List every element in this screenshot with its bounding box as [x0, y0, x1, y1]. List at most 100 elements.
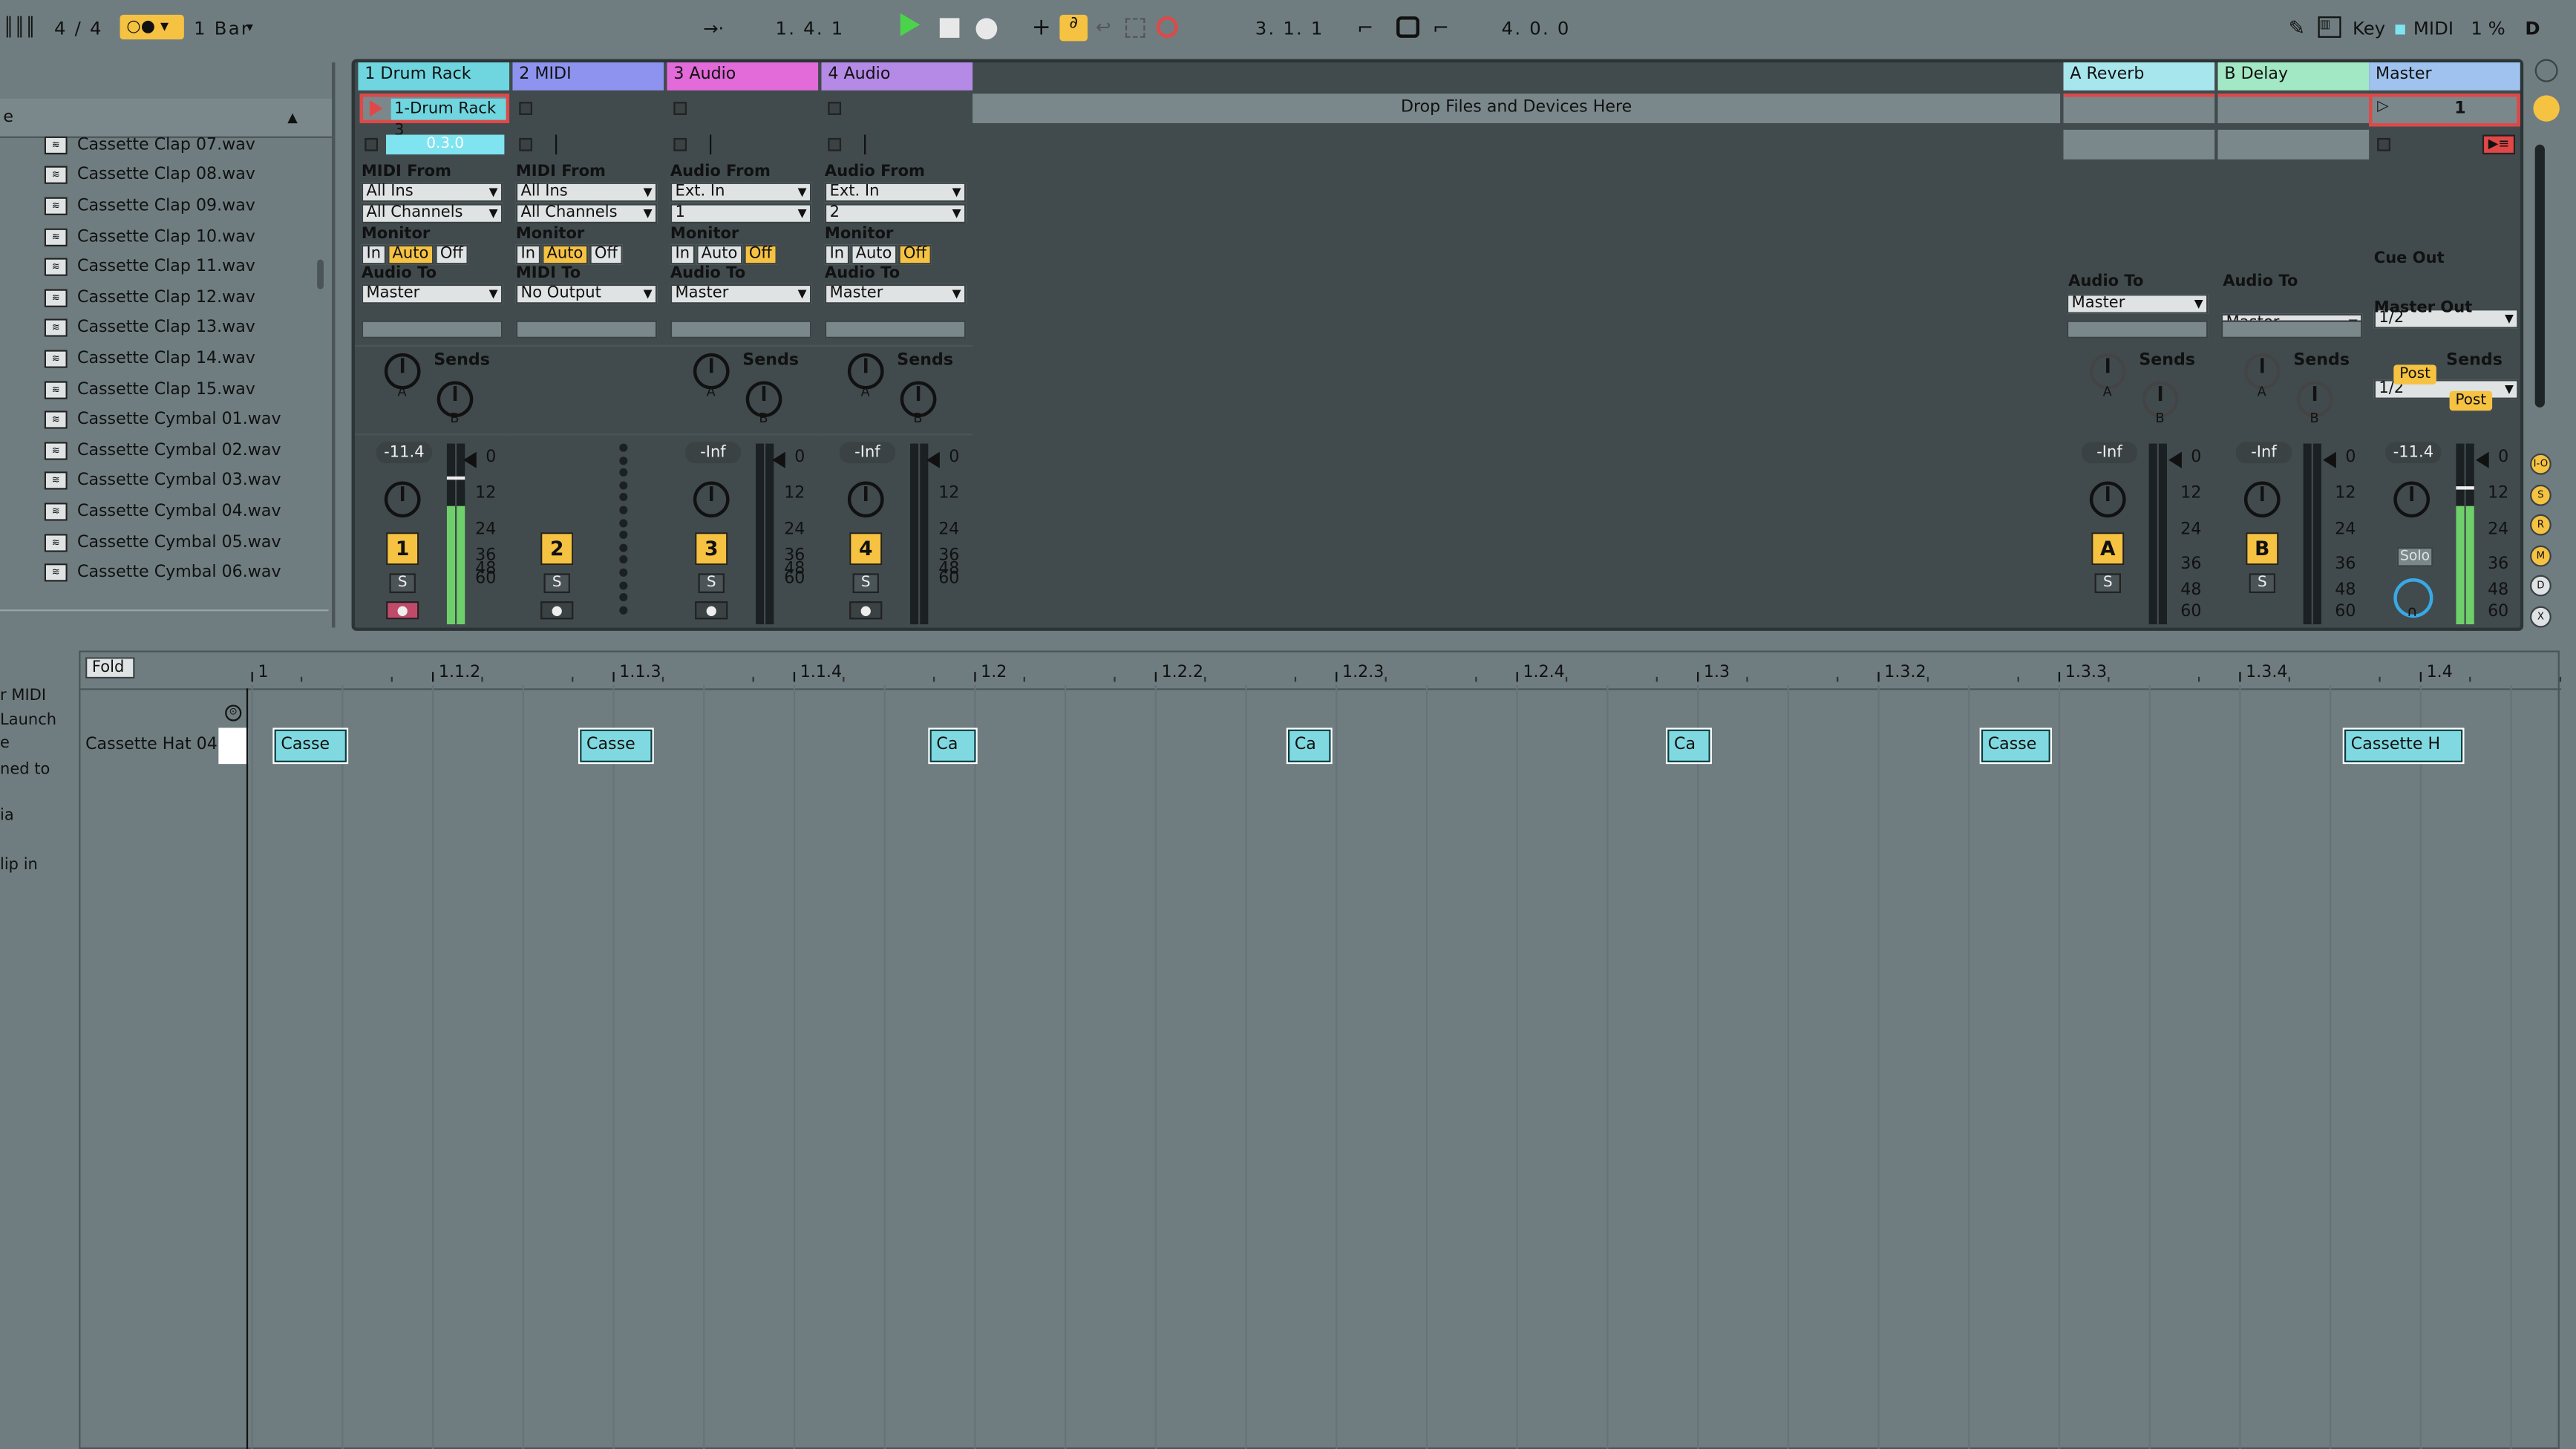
mixer-section-toggle[interactable]: R: [2530, 514, 2552, 536]
stop-clips-icon[interactable]: [828, 137, 842, 151]
scene-launch[interactable]: ▷ 1: [2369, 94, 2520, 127]
loop-icon[interactable]: [1396, 16, 1420, 38]
track-activator-button[interactable]: 2: [540, 532, 574, 566]
chevron-down-icon[interactable]: ▾: [246, 20, 253, 35]
track-header[interactable]: 3 Audio: [667, 62, 819, 91]
volume-fader-cap[interactable]: [446, 476, 465, 480]
timeline-ruler[interactable]: 1 1.1.2 1.1.3 1.1.4 1.2 1.2.2 1.2.3 1.2.4 1.3 1.3…: [80, 652, 2562, 689]
track-header[interactable]: 2 MIDI: [512, 62, 664, 91]
post-a-button[interactable]: Post: [2393, 364, 2436, 385]
browser-item[interactable]: ≋ Cassette Clap 14.wav: [0, 344, 318, 374]
tempo-grid-icon[interactable]: ║║║: [3, 16, 42, 39]
input-source-select[interactable]: All Ins: [361, 182, 503, 203]
key-map-button[interactable]: Key: [2353, 18, 2385, 39]
track-activator-button[interactable]: 4: [849, 532, 883, 566]
browser-item[interactable]: ≋ Cassette Clap 13.wav: [0, 313, 318, 344]
loop-length[interactable]: 4. 0. 0: [1501, 18, 1571, 40]
clip-slot[interactable]: [2063, 94, 2215, 123]
track-activator-button[interactable]: 1: [386, 532, 419, 566]
output-channel-field[interactable]: [2220, 320, 2363, 338]
volume-display[interactable]: -Inf: [684, 442, 742, 464]
volume-display[interactable]: -Inf: [2081, 442, 2138, 464]
arrangement-clip[interactable]: Casse: [1979, 727, 2053, 765]
stop-slot[interactable]: [2063, 129, 2215, 160]
output-channel-field[interactable]: [824, 320, 967, 338]
monitor-option[interactable]: Auto: [387, 244, 434, 265]
monitor-option[interactable]: In: [361, 244, 386, 265]
volume-display[interactable]: -11.4: [376, 442, 433, 464]
arrangement-clip[interactable]: Ca: [1665, 727, 1712, 765]
quantize-select[interactable]: 1 Bar: [194, 18, 251, 40]
pan-knob[interactable]: [693, 481, 730, 518]
follow-icon[interactable]: →·: [703, 18, 724, 39]
output-select[interactable]: Master: [824, 284, 967, 304]
arrangement-clip[interactable]: Cassette H: [2342, 727, 2465, 765]
browser-item[interactable]: ≋ Cassette Cymbal 03.wav: [0, 466, 318, 497]
session-record-icon[interactable]: [1156, 16, 1178, 38]
track-header[interactable]: 4 Audio: [821, 62, 973, 91]
stop-all-icon[interactable]: ▶≡: [2482, 134, 2516, 155]
automation-arm-icon[interactable]: ∂: [1059, 14, 1088, 42]
browser-item[interactable]: ≋ Cassette Clap 15.wav: [0, 374, 318, 405]
return-track-header[interactable]: A Reverb: [2063, 62, 2215, 91]
mixer-section-toggle[interactable]: I-O: [2530, 453, 2552, 475]
stop-clips-icon[interactable]: [365, 137, 378, 151]
play-clip-icon[interactable]: [369, 100, 383, 117]
monitor-toggle[interactable]: In Auto Off: [670, 244, 817, 265]
master-fader-cap[interactable]: [2456, 486, 2474, 490]
browser-item[interactable]: ≋ Cassette Cymbal 01.wav: [0, 405, 318, 435]
arm-button[interactable]: [386, 601, 419, 620]
arrangement-position[interactable]: 1. 4. 1: [775, 18, 845, 40]
track-activator-button[interactable]: 3: [695, 532, 728, 566]
browser-item[interactable]: ≋ Cassette Clap 09.wav: [0, 191, 318, 221]
return-activator-button[interactable]: B: [2246, 532, 2279, 566]
session-view-icon[interactable]: [2533, 95, 2560, 122]
stop-clips-icon[interactable]: [519, 137, 533, 151]
output-channel-field[interactable]: [2066, 320, 2209, 338]
arm-button[interactable]: [540, 601, 574, 620]
monitor-option[interactable]: Off: [744, 244, 777, 265]
capture-icon[interactable]: [1125, 18, 1145, 38]
browser-item[interactable]: ≋ Cassette Clap 12.wav: [0, 283, 318, 313]
browser-item[interactable]: ≋ Cassette Cymbal 06.wav: [0, 557, 318, 588]
time-signature[interactable]: 4 / 4: [54, 18, 103, 40]
stop-all-clips-icon[interactable]: [2377, 137, 2390, 151]
monitor-option[interactable]: Off: [898, 244, 932, 265]
stop-clip-icon[interactable]: [519, 102, 533, 115]
stop-icon[interactable]: [939, 18, 960, 38]
browser-item[interactable]: ≋ Cassette Cymbal 05.wav: [0, 527, 318, 557]
stop-clip-icon[interactable]: [673, 102, 687, 115]
clip-slot[interactable]: 1-Drum Rack 3: [359, 94, 510, 140]
input-channel-select[interactable]: 2: [824, 203, 967, 223]
input-source-select[interactable]: Ext. In: [670, 182, 812, 203]
pan-knob[interactable]: [2089, 481, 2126, 518]
metronome-button[interactable]: ○● ▾: [120, 14, 184, 40]
return-activator-button[interactable]: A: [2091, 532, 2125, 566]
draw-mode-icon[interactable]: ✎: [2289, 16, 2305, 39]
unfold-icon[interactable]: ⊙: [225, 704, 242, 722]
monitor-option[interactable]: In: [670, 244, 695, 265]
mixer-section-toggle[interactable]: X: [2530, 606, 2552, 628]
solo-button[interactable]: S: [852, 573, 879, 593]
stop-clips-icon[interactable]: [673, 137, 687, 151]
monitor-option[interactable]: Auto: [850, 244, 898, 265]
stop-slot[interactable]: [2217, 129, 2370, 160]
solo-button[interactable]: S: [543, 573, 570, 593]
master-volume-display[interactable]: -11.4: [2385, 442, 2442, 464]
output-select[interactable]: Master: [2066, 294, 2209, 314]
pan-knob[interactable]: [384, 481, 421, 518]
volume-display[interactable]: -Inf: [839, 442, 896, 464]
input-channel-select[interactable]: All Channels: [361, 203, 503, 223]
overdub-icon[interactable]: +: [1032, 15, 1051, 41]
cue-solo-button[interactable]: Solo: [2396, 546, 2433, 567]
keyboard-icon[interactable]: ▥: [2318, 16, 2341, 38]
session-scrollbar[interactable]: [2534, 144, 2545, 408]
return-track-header[interactable]: B Delay: [2217, 62, 2370, 91]
pan-knob[interactable]: [2243, 481, 2281, 518]
solo-button[interactable]: S: [2249, 573, 2276, 593]
input-channel-select[interactable]: 1: [670, 203, 812, 223]
browser-item[interactable]: ≋ Cassette Cymbal 02.wav: [0, 435, 318, 465]
browser-item[interactable]: ≋ Cassette Clap 11.wav: [0, 252, 318, 282]
mixer-section-toggle[interactable]: M: [2530, 545, 2552, 567]
output-select[interactable]: No Output: [515, 284, 658, 304]
